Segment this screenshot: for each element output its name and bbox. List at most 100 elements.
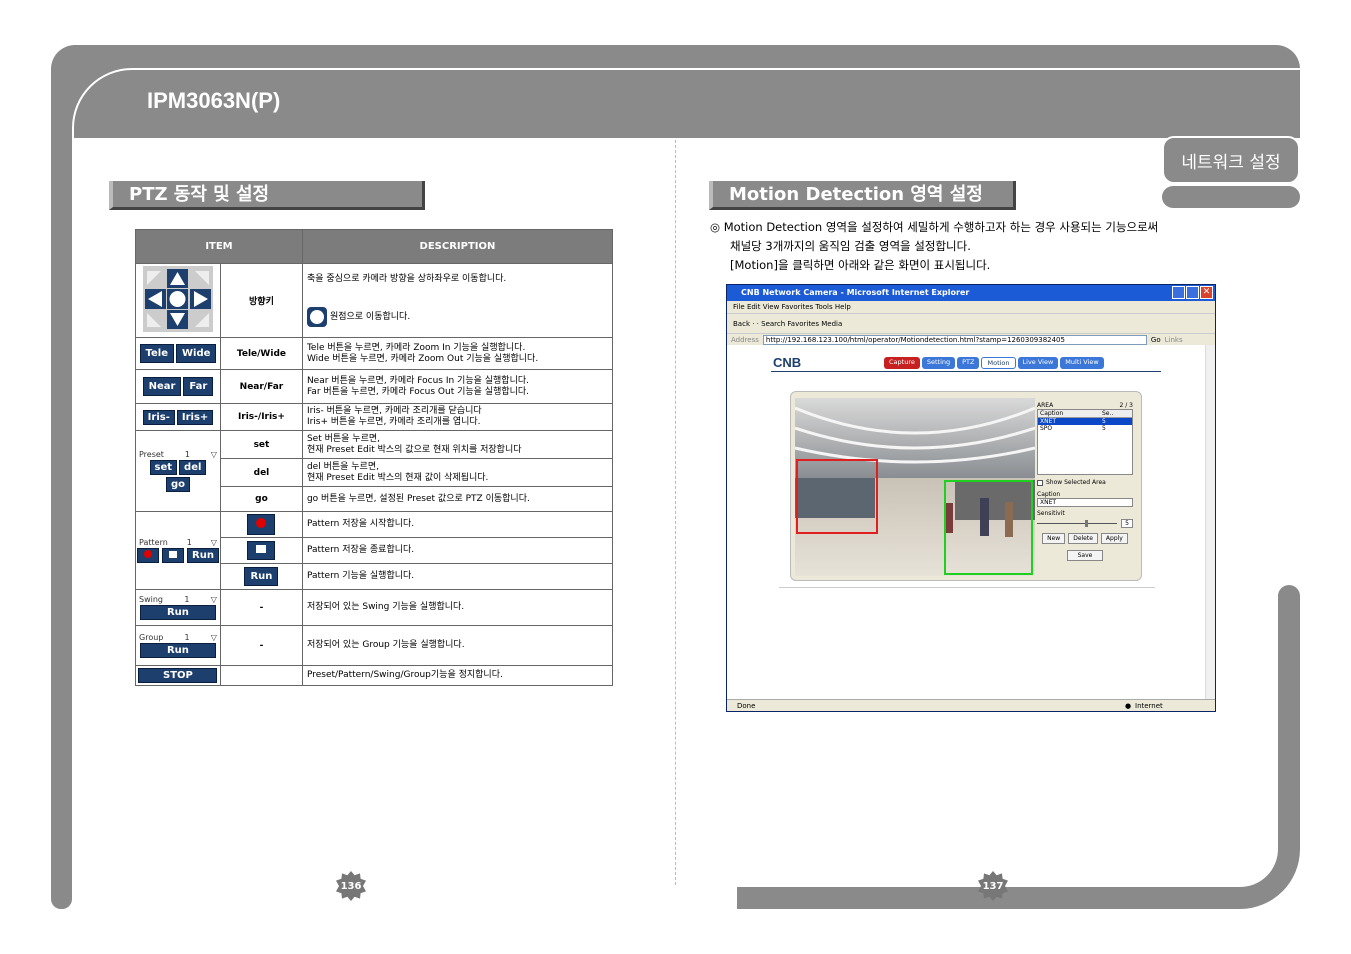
table-row: Near Far Near/Far Near 버튼을 누르면, 카메라 Focus… <box>135 369 614 404</box>
maximize-icon[interactable] <box>1186 286 1199 299</box>
home-desc: 원점으로 이동합니다. <box>329 311 411 322</box>
group-value[interactable]: 1 <box>185 633 190 642</box>
browser-scrollbar[interactable] <box>1205 345 1215 699</box>
pattern-record-button[interactable] <box>137 547 159 563</box>
direction-pad-icon[interactable] <box>142 266 213 332</box>
near-button[interactable]: Near <box>142 377 182 396</box>
browser-window: CNB Network Camera - Microsoft Internet … <box>726 284 1216 712</box>
preset-del-button[interactable]: del <box>179 459 207 475</box>
pattern-control: Pattern 1 ▽ Run <box>135 511 221 590</box>
show-selected-checkbox[interactable] <box>1037 479 1043 486</box>
group-desc: 저장되어 있는 Group 기능을 실행합니다. <box>301 625 614 666</box>
list-item[interactable]: XNET 5 <box>1038 418 1132 425</box>
document-title: IPM3063N(P) <box>147 88 281 113</box>
browser-titlebar: CNB Network Camera - Microsoft Internet … <box>727 285 1215 301</box>
nav-setting[interactable]: Setting <box>921 357 956 369</box>
nav-underline <box>771 371 1161 372</box>
delete-button[interactable]: Delete <box>1068 533 1098 544</box>
pattern-label: Pattern <box>139 537 168 547</box>
stop-button[interactable]: STOP <box>138 668 218 683</box>
area-label: AREA <box>1037 402 1054 409</box>
group-run-button[interactable]: Run <box>139 642 216 658</box>
nav-ptz[interactable]: PTZ <box>957 357 980 369</box>
list-item-caption: SPO <box>1040 425 1053 432</box>
record-icon <box>256 518 267 528</box>
preset-value[interactable]: 1 <box>185 450 190 459</box>
list-col-se: Se.. <box>1102 410 1114 417</box>
spin-down-icon[interactable]: ▽ <box>211 538 217 547</box>
camera-view-image <box>795 398 1035 576</box>
swing-name: - <box>219 589 303 626</box>
sensitivity-value[interactable]: 5 <box>1121 518 1133 528</box>
ptz-table: ITEM DESCRIPTION 방향키 축을 중심으로 카메라 방향을 상하좌… <box>135 229 614 686</box>
preset-go-button[interactable]: go <box>165 476 190 492</box>
preset-label: Preset <box>139 449 164 459</box>
direction-pad[interactable] <box>135 263 221 338</box>
new-button[interactable]: New <box>1042 533 1066 544</box>
far-button[interactable]: Far <box>183 377 214 396</box>
pattern-value[interactable]: 1 <box>187 538 192 547</box>
browser-menubar[interactable]: File Edit View Favorites Tools Help <box>727 301 1215 313</box>
preset-set-button[interactable]: set <box>149 459 178 475</box>
address-input[interactable]: http://192.168.123.100/html/operator/Mot… <box>762 334 1147 345</box>
wide-button[interactable]: Wide <box>176 344 217 363</box>
pattern-record-desc: Pattern 저장을 시작합니다. <box>301 511 614 538</box>
status-zone: Internet <box>1135 702 1163 710</box>
address-label: Address <box>731 335 759 344</box>
record-button[interactable] <box>247 514 276 535</box>
pattern-stop-button[interactable] <box>162 547 184 563</box>
nav-capture[interactable]: Capture <box>884 357 920 369</box>
minimize-icon[interactable] <box>1172 286 1185 299</box>
caption-input[interactable]: XNET <box>1037 498 1133 507</box>
area-list[interactable]: Caption Se.. XNET 5 SPO 5 <box>1037 409 1133 475</box>
links-button[interactable]: Links <box>1165 334 1183 346</box>
set-desc-2: 현재 Preset Edit 박스의 값으로 현재 위치를 저장합니다 <box>306 444 522 455</box>
table-row: Tele Wide Tele/Wide Tele 버튼을 누르면, 카메라 Zoo… <box>135 337 614 370</box>
list-item[interactable]: SPO 5 <box>1038 425 1132 432</box>
set-desc: Set 버튼을 누르면, <box>306 433 380 444</box>
iris-name: Iris-/Iris+ <box>219 403 303 431</box>
stop-record-button[interactable] <box>247 541 276 560</box>
left-heading: PTZ 동작 및 설정 <box>109 181 425 210</box>
dir-name: 방향키 <box>219 263 303 338</box>
iris-plus-desc: Iris+ 버튼을 누르면, 카메라 조리개를 엽니다. <box>306 417 481 427</box>
nav-motion[interactable]: Motion <box>981 357 1016 369</box>
pattern-stop-desc: Pattern 저장을 종료합니다. <box>301 537 614 564</box>
sensitivity-label: Sensitivit <box>1037 510 1065 517</box>
spin-down-icon[interactable]: ▽ <box>211 595 217 604</box>
area-count: 2 / 3 <box>1119 402 1133 409</box>
nav-live-view[interactable]: Live View <box>1017 357 1059 369</box>
list-item-value: 5 <box>1102 425 1106 432</box>
del-name: del <box>219 458 303 487</box>
area-panel: AREA 2 / 3 Caption Se.. XNET 5 SPO 5 Show Se… <box>1037 402 1133 561</box>
save-button[interactable]: Save <box>1066 550 1104 561</box>
spin-down-icon[interactable]: ▽ <box>211 633 217 642</box>
close-icon[interactable]: ✕ <box>1200 286 1213 299</box>
page-divider <box>675 140 676 885</box>
section-tab-pill <box>1162 186 1300 208</box>
run-button[interactable]: Run <box>244 567 279 586</box>
col-description: DESCRIPTION <box>301 229 614 264</box>
apply-button[interactable]: Apply <box>1100 533 1128 544</box>
list-col-caption: Caption <box>1040 410 1064 417</box>
table-row: Group 1 ▽ Run - 저장되어 있는 Group 기능을 실행합니다. <box>135 625 614 666</box>
nav-multi-view[interactable]: Multi View <box>1060 357 1104 369</box>
right-heading: Motion Detection 영역 설정 <box>709 181 1016 210</box>
stop-desc: Preset/Pattern/Swing/Group기능을 정지합니다. <box>301 665 614 686</box>
tele-button[interactable]: Tele <box>139 344 175 363</box>
swing-run-button[interactable]: Run <box>139 604 216 620</box>
dir-desc: 축을 중심으로 카메라 방향을 상하좌우로 이동합니다. <box>306 274 507 284</box>
spin-down-icon[interactable]: ▽ <box>211 450 217 459</box>
iris-minus-button[interactable]: Iris- <box>142 409 175 425</box>
go-button[interactable]: Go <box>1151 334 1161 346</box>
pattern-run-button[interactable]: Run <box>187 547 219 563</box>
table-row: Iris- Iris+ Iris-/Iris+ Iris- 버튼을 누르면, 카메… <box>135 403 614 431</box>
bottom-pill <box>737 887 987 909</box>
sensitivity-slider[interactable] <box>1037 519 1118 527</box>
swing-desc: 저장되어 있는 Swing 기능을 실행합니다. <box>301 589 614 626</box>
iris-plus-button[interactable]: Iris+ <box>176 409 214 425</box>
browser-toolbar[interactable]: Back · · Search Favorites Media <box>727 313 1215 333</box>
intro-line-2: 채널당 3개까지의 움직임 검출 영역을 설정합니다. <box>730 239 971 253</box>
swing-value[interactable]: 1 <box>184 595 189 604</box>
section-tab: 네트워크 설정 <box>1162 136 1300 184</box>
